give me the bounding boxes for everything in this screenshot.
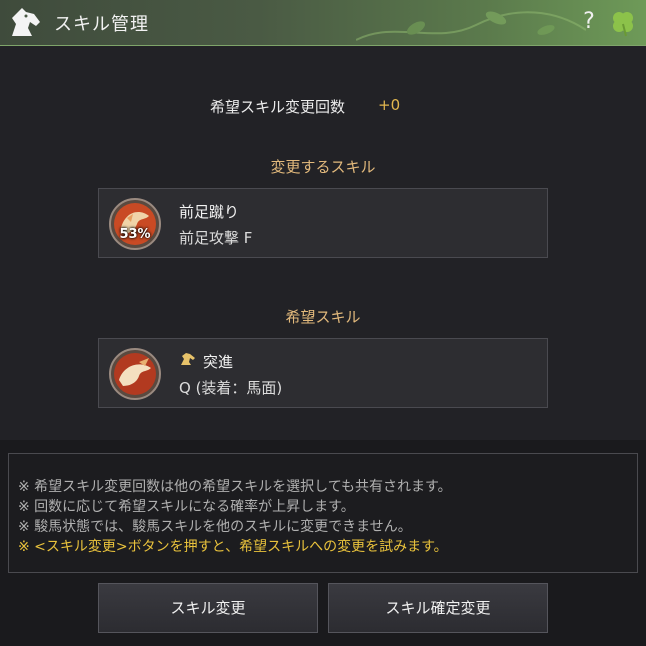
desired-skill-section-title: 希望スキル [285,308,361,326]
vine-decoration [356,11,586,41]
skill-percent-label: 53% [119,227,151,242]
title-bar: スキル管理 ? [0,0,646,46]
confirm-change-button[interactable]: スキル確定変更 [328,583,548,633]
change-skill-button[interactable]: スキル変更 [98,583,318,633]
note-line-highlight: ※ <スキル変更>ボタンを押すと、希望スキルへの変更を試みます。 [18,539,448,555]
note-line: ※ 回数に応じて希望スキルになる確率が上昇します。 [18,499,355,515]
horse-charge-skill-icon [109,348,161,400]
current-skill-subtitle: 前足攻撃 F [179,229,253,247]
help-button[interactable]: ? [578,8,600,36]
window-title: スキル管理 [54,14,149,35]
horse-kick-skill-icon [109,198,161,250]
horse-head-icon [12,8,40,36]
note-line: ※ 駿馬状態では、駿馬スキルを他のスキルに変更できません。 [18,519,412,535]
change-count-label: 希望スキル変更回数 [210,98,346,116]
current-skill-card[interactable]: 53% 前足蹴り 前足攻撃 F [98,188,548,258]
desired-skill-card[interactable]: 突進 Q (装着：馬面) [98,338,548,408]
four-leaf-clover-icon[interactable] [608,8,638,38]
current-skill-section-title: 変更するスキル [270,158,376,176]
horse-icon [181,353,195,365]
desired-skill-subtitle: Q (装着：馬面) [179,379,283,397]
current-skill-name: 前足蹴り [179,203,240,221]
change-count-value: +0 [378,96,401,114]
note-line: ※ 希望スキル変更回数は他の希望スキルを選択しても共有されます。 [18,479,452,495]
desired-skill-name: 突進 [203,353,234,371]
